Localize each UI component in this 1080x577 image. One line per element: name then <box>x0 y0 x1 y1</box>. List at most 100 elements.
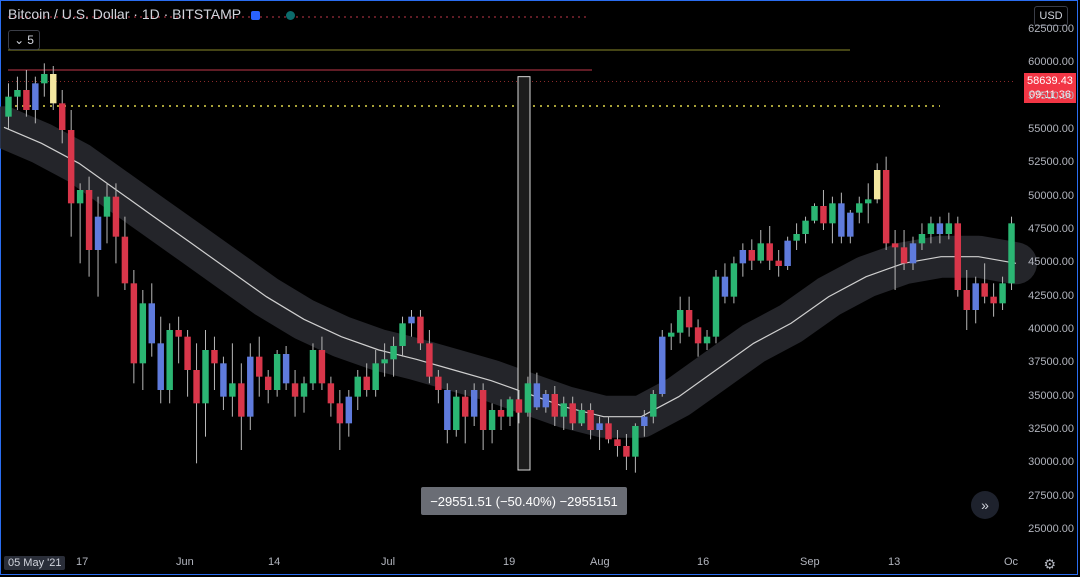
candle-body <box>784 240 791 266</box>
candle-body <box>605 423 612 440</box>
candle-body <box>103 196 111 217</box>
candle-body <box>202 350 209 404</box>
candle-body <box>497 410 505 417</box>
candle-body <box>936 223 944 234</box>
y-tick-label: 52500.00 <box>1028 156 1074 169</box>
candle-body <box>264 376 272 390</box>
candle-body <box>327 383 335 404</box>
candle-body <box>506 399 514 417</box>
candle-body <box>900 247 908 264</box>
symbol-title: Bitcoin / U.S. Dollar · 1D · BITSTAMP <box>8 6 241 22</box>
candle-body <box>479 390 487 430</box>
candle-body <box>121 236 129 284</box>
candle-body <box>954 223 962 290</box>
candle-body <box>372 363 379 390</box>
indicators-toggle[interactable]: ⌄ 5 <box>8 30 40 50</box>
candle-body <box>766 243 773 261</box>
candle-body <box>336 403 344 424</box>
candle-body <box>300 383 308 397</box>
candle-body <box>524 383 532 413</box>
candle-body <box>390 346 397 360</box>
x-tick-label: 16 <box>697 556 710 568</box>
x-tick-label: 05 May '21 <box>4 556 66 570</box>
candle-body <box>139 303 147 364</box>
y-tick-label: 57500.00 <box>1028 89 1074 102</box>
candle-body <box>238 383 245 417</box>
candle-body <box>67 130 75 204</box>
candle-body <box>291 383 299 397</box>
candle-body <box>461 396 469 417</box>
y-tick-label: 32500.00 <box>1028 423 1074 435</box>
y-tick-label: 50000.00 <box>1028 189 1074 202</box>
candle-body <box>802 220 809 234</box>
indicator-count: 5 <box>27 33 34 47</box>
candle-body <box>533 383 541 408</box>
y-tick-label: 42500.00 <box>1028 289 1074 302</box>
candle-body <box>972 283 979 310</box>
candle-body <box>811 206 818 221</box>
candle-body <box>157 343 164 390</box>
x-tick-label: Jul <box>381 556 396 568</box>
candle-body <box>85 190 93 250</box>
candle-body <box>399 323 406 346</box>
candle-body <box>1008 223 1015 284</box>
candle-body <box>470 390 478 417</box>
status-dot-icon <box>285 10 295 20</box>
candle-body <box>23 90 30 110</box>
candle-body <box>345 396 353 424</box>
y-tick-label: 62500.00 <box>1028 23 1074 35</box>
y-tick-label: 35000.00 <box>1028 389 1074 402</box>
y-tick-label: 27500.00 <box>1028 489 1074 502</box>
candle-body <box>882 170 890 244</box>
candle-body <box>175 330 182 337</box>
candle-body <box>229 383 236 397</box>
candle-body <box>130 283 138 364</box>
y-tick-label: 25000.00 <box>1028 523 1074 535</box>
candle-body <box>453 396 460 430</box>
candle-body <box>58 103 66 130</box>
candle-body <box>703 336 711 344</box>
candle-body <box>435 376 442 390</box>
candle-body <box>5 96 12 117</box>
candle-body <box>838 203 845 237</box>
candle-body <box>14 90 21 97</box>
candle-body <box>50 74 57 104</box>
candle-body <box>282 354 290 384</box>
candle-body <box>354 376 361 397</box>
symbol-header[interactable]: Bitcoin / U.S. Dollar · 1D · BITSTAMP <box>8 6 295 22</box>
candle-body <box>775 260 782 266</box>
candle-body <box>659 336 666 394</box>
candle-body <box>76 190 84 204</box>
candle-body <box>694 327 702 344</box>
candle-body <box>32 83 39 110</box>
candle-body <box>981 283 988 297</box>
candle-body <box>685 310 693 328</box>
candle-body <box>856 203 863 213</box>
candle-body <box>417 316 424 344</box>
y-tick-label: 55000.00 <box>1028 123 1074 135</box>
candle-body <box>918 234 926 244</box>
candle-body <box>820 206 827 224</box>
x-tick-label: 17 <box>76 556 89 568</box>
candle-body <box>551 394 559 417</box>
currency-label: USD <box>1039 10 1063 22</box>
gear-icon[interactable]: ⚙ <box>1043 556 1056 573</box>
candle-body <box>426 343 433 377</box>
x-tick-label: 14 <box>268 556 281 568</box>
candle-body <box>927 223 935 234</box>
candle-body <box>408 316 415 324</box>
candle-body <box>632 426 639 457</box>
candle-body <box>596 423 603 430</box>
double-chevron-right-icon[interactable]: » <box>971 491 999 519</box>
candle-body <box>578 410 585 424</box>
candle-body <box>193 370 200 404</box>
candle-body <box>184 336 191 370</box>
chevron-down-icon: ⌄ <box>14 33 25 47</box>
candle-body <box>444 390 451 430</box>
candle-body <box>730 263 738 297</box>
x-tick-label: 19 <box>503 556 516 568</box>
candle-body <box>945 223 953 234</box>
candle-body <box>247 356 254 417</box>
candle-body <box>515 399 523 413</box>
candle-body <box>211 350 218 364</box>
